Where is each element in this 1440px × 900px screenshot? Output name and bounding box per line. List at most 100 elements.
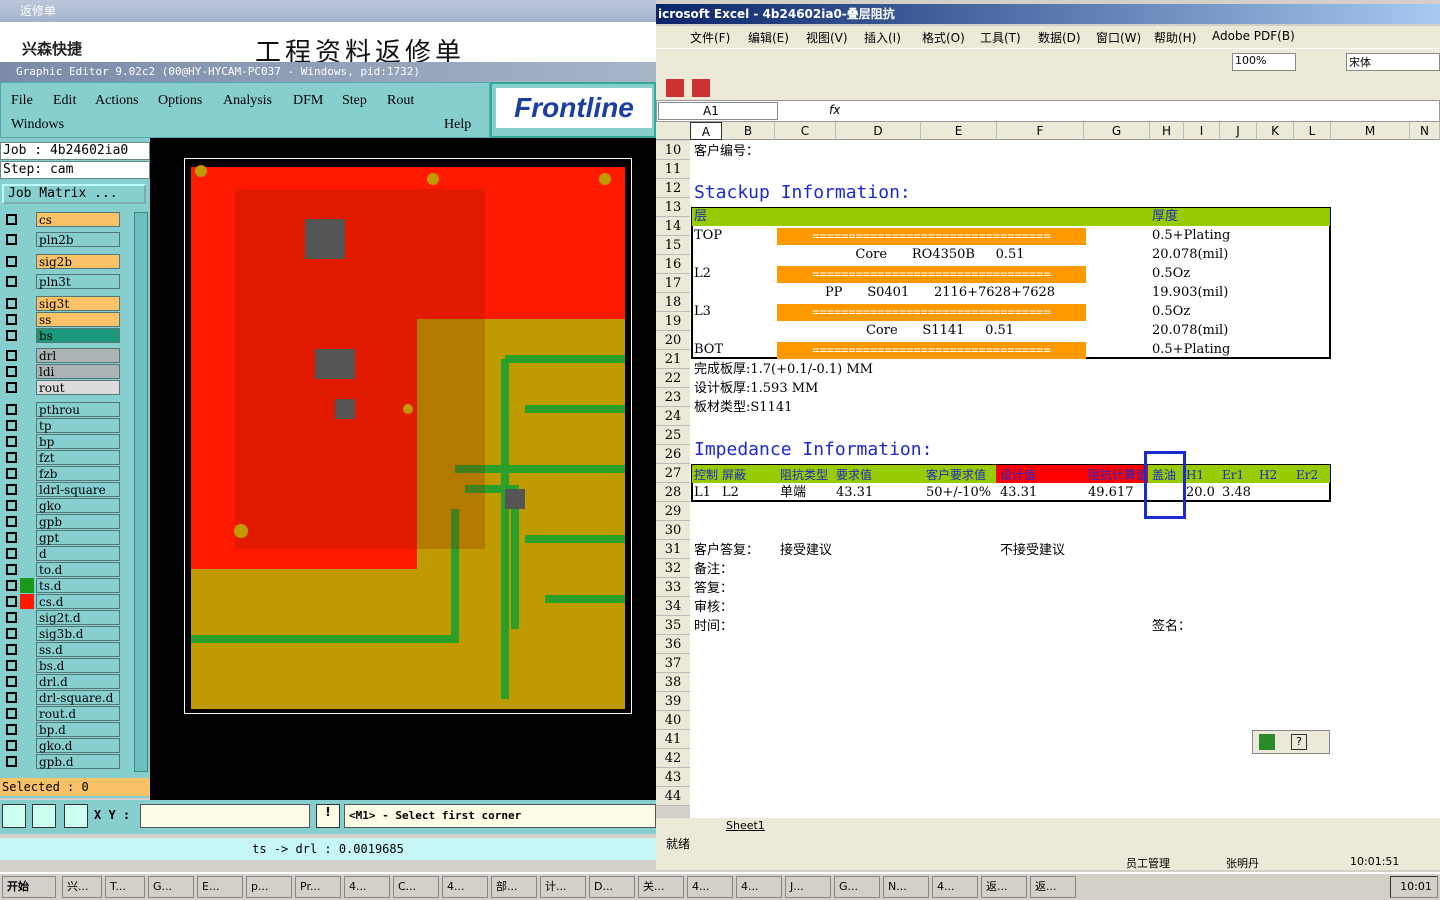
cell-remark[interactable]: 备注： — [694, 561, 733, 579]
cell-reject[interactable]: 不接受建议 — [1000, 542, 1065, 560]
row-header[interactable]: 30 — [656, 521, 690, 540]
layer-row[interactable]: sig2b — [4, 254, 120, 269]
stack-thickness[interactable]: 0.5Oz — [1152, 265, 1190, 283]
stack-layer-name[interactable]: TOP — [694, 227, 722, 245]
impedance-cell[interactable]: L1 — [694, 484, 711, 502]
layer-row[interactable]: fzb — [4, 466, 120, 481]
layer-checkbox[interactable] — [6, 350, 17, 361]
taskbar-window-button[interactable]: 4... — [932, 876, 978, 898]
row-header[interactable]: 25 — [656, 426, 690, 445]
xl-menu-help[interactable]: 帮助(H) — [1154, 29, 1196, 46]
snap-tool-icon[interactable] — [64, 804, 88, 828]
layer-row[interactable]: drl — [4, 348, 120, 363]
layer-name[interactable]: pln3t — [36, 274, 120, 289]
layer-name[interactable]: gpb — [36, 514, 120, 529]
layer-name[interactable]: gko.d — [36, 738, 120, 753]
layer-checkbox[interactable] — [6, 256, 17, 267]
layer-checkbox[interactable] — [6, 214, 17, 225]
taskbar-window-button[interactable]: 返... — [1030, 876, 1076, 898]
row-header[interactable]: 35 — [656, 616, 690, 635]
row-header[interactable]: 11 — [656, 160, 690, 179]
row-header[interactable]: 26 — [656, 445, 690, 464]
layer-row[interactable]: d — [4, 546, 120, 561]
impedance-header-cell[interactable]: H1 — [1186, 466, 1204, 484]
layer-checkbox[interactable] — [6, 708, 17, 719]
layer-name[interactable]: sig3t — [36, 296, 120, 311]
pcb-board[interactable] — [184, 158, 632, 714]
stack-material[interactable]: PP S0401 2116+7628+7628 — [810, 284, 1070, 302]
layer-row[interactable]: gpb — [4, 514, 120, 529]
row-header[interactable]: 15 — [656, 236, 690, 255]
row-header[interactable]: 38 — [656, 673, 690, 692]
taskbar-window-button[interactable]: C... — [393, 876, 439, 898]
impedance-header-cell[interactable]: 阻抗计算值 — [1088, 466, 1148, 484]
stackup-title[interactable]: Stackup Information: — [694, 184, 911, 202]
cell-review[interactable]: 审核： — [694, 599, 733, 617]
stack-layer-name[interactable]: L2 — [694, 265, 711, 283]
column-header[interactable]: M — [1331, 122, 1410, 140]
impedance-cell[interactable]: L2 — [722, 484, 739, 502]
layer-checkbox[interactable] — [6, 330, 17, 341]
layer-checkbox[interactable] — [6, 756, 17, 767]
layer-checkbox[interactable] — [6, 298, 17, 309]
row-header[interactable]: 21 — [656, 350, 690, 369]
taskbar-window-button[interactable]: 部... — [491, 876, 537, 898]
layer-row[interactable]: ss — [4, 312, 120, 327]
pdf-icon[interactable] — [666, 79, 684, 97]
column-header[interactable]: G — [1084, 122, 1150, 140]
layer-name[interactable]: to.d — [36, 562, 120, 577]
row-header[interactable]: 10 — [656, 141, 690, 160]
taskbar-window-button[interactable]: 4... — [442, 876, 488, 898]
row-header[interactable]: 27 — [656, 464, 690, 483]
column-header[interactable]: K — [1257, 122, 1294, 140]
column-header[interactable]: D — [836, 122, 921, 140]
layer-name[interactable]: drl.d — [36, 674, 120, 689]
layer-name[interactable]: pthrou — [36, 402, 120, 417]
layer-name[interactable]: pln2b — [36, 232, 120, 247]
start-button[interactable]: 开始 — [2, 876, 56, 898]
layer-row[interactable]: pthrou — [4, 402, 120, 417]
taskbar-window-button[interactable]: T... — [105, 876, 145, 898]
row-header[interactable]: 41 — [656, 730, 690, 749]
impedance-header-cell[interactable]: 屏蔽 — [722, 466, 746, 484]
layer-checkbox[interactable] — [6, 628, 17, 639]
impedance-header-cell[interactable]: 阻抗类型 — [780, 466, 828, 484]
taskbar-window-button[interactable]: D... — [589, 876, 635, 898]
xl-menu-edit[interactable]: 编辑(E) — [748, 29, 789, 46]
row-header[interactable]: 29 — [656, 502, 690, 521]
row-header[interactable]: 37 — [656, 654, 690, 673]
impedance-title[interactable]: Impedance Information: — [694, 441, 932, 459]
row-header[interactable]: 18 — [656, 293, 690, 312]
row-header[interactable]: 31 — [656, 540, 690, 559]
taskbar-window-button[interactable]: 计... — [540, 876, 586, 898]
layer-checkbox[interactable] — [6, 564, 17, 575]
font-select[interactable]: 宋体 — [1346, 53, 1440, 71]
ime-icon[interactable] — [1259, 734, 1275, 750]
layer-name[interactable]: bp — [36, 434, 120, 449]
layer-checkbox[interactable] — [6, 596, 17, 607]
layer-checkbox[interactable] — [6, 676, 17, 687]
layer-name[interactable]: fzb — [36, 466, 120, 481]
taskbar-window-button[interactable]: 返... — [981, 876, 1027, 898]
row-header[interactable]: 33 — [656, 578, 690, 597]
layer-checkbox[interactable] — [6, 436, 17, 447]
layer-name[interactable]: cs.d — [36, 594, 120, 609]
layer-checkbox[interactable] — [6, 452, 17, 463]
stack-thickness[interactable]: 0.5+Plating — [1152, 341, 1230, 359]
column-header[interactable]: N — [1410, 122, 1440, 140]
layer-name[interactable]: gpb.d — [36, 754, 120, 769]
alert-icon[interactable]: ! — [316, 804, 340, 828]
zoom-select[interactable]: 100% — [1232, 53, 1296, 71]
layer-checkbox[interactable] — [6, 660, 17, 671]
menu-windows[interactable]: Windows — [11, 117, 64, 133]
column-header[interactable]: L — [1294, 122, 1331, 140]
xl-menu-view[interactable]: 视图(V) — [806, 29, 848, 46]
cell-customer-id[interactable]: 客户编号： — [694, 143, 759, 161]
impedance-cell[interactable]: 43.31 — [1000, 484, 1037, 502]
row-header[interactable]: 20 — [656, 331, 690, 350]
layer-checkbox[interactable] — [6, 420, 17, 431]
layer-name[interactable]: cs — [36, 212, 120, 227]
xl-menu-data[interactable]: 数据(D) — [1038, 29, 1081, 46]
layer-row[interactable]: sig3t — [4, 296, 120, 311]
menu-options[interactable]: Options — [158, 93, 202, 109]
